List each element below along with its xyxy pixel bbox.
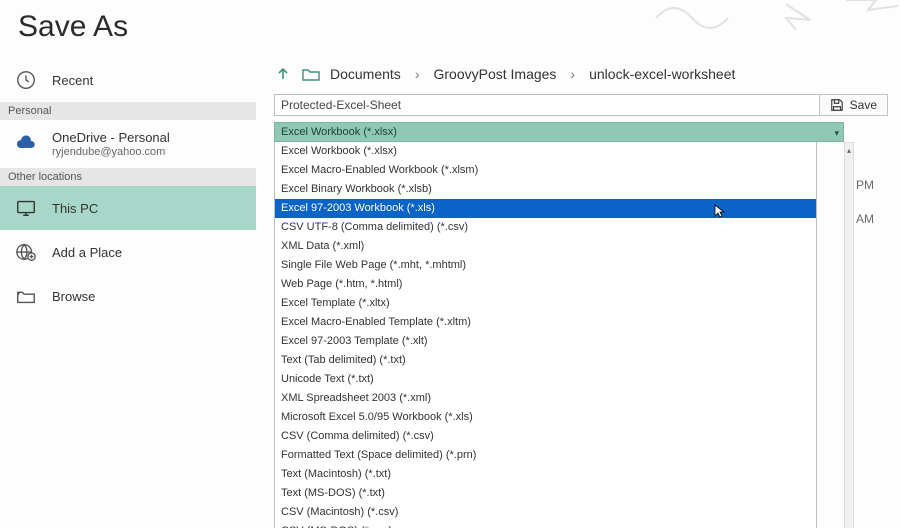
filetype-option[interactable]: XML Data (*.xml) — [275, 237, 816, 256]
filetype-option[interactable]: Excel Macro-Enabled Template (*.xltm) — [275, 313, 816, 332]
sidebar-item-label: OneDrive - Personal — [52, 130, 170, 145]
sidebar-item-onedrive[interactable]: OneDrive - Personal ryjendube@yahoo.com — [0, 120, 256, 168]
breadcrumb-sep: › — [415, 66, 420, 82]
globe-plus-icon — [14, 240, 38, 264]
filetype-option[interactable]: Excel Workbook (*.xlsx) — [275, 142, 816, 161]
sidebar-item-browse[interactable]: Browse — [0, 274, 256, 318]
breadcrumb-seg-3[interactable]: unlock-excel-worksheet — [589, 66, 735, 82]
sidebar-section-personal: Personal — [0, 102, 256, 120]
filetype-option[interactable]: Excel Template (*.xltx) — [275, 294, 816, 313]
page-title: Save As — [18, 10, 882, 44]
sidebar-item-recent[interactable]: Recent — [0, 58, 256, 102]
page-header: Save As — [0, 0, 900, 58]
folder-icon — [302, 65, 320, 83]
save-button-label: Save — [850, 98, 877, 112]
filetype-option[interactable]: Text (MS-DOS) (*.txt) — [275, 484, 816, 503]
sidebar-item-thispc[interactable]: This PC — [0, 186, 256, 230]
filetype-option[interactable]: CSV (Comma delimited) (*.csv) — [275, 427, 816, 446]
filetype-option[interactable]: Web Page (*.htm, *.html) — [275, 275, 816, 294]
filetype-option[interactable]: Single File Web Page (*.mht, *.mhtml) — [275, 256, 816, 275]
filetype-option[interactable]: Unicode Text (*.txt) — [275, 370, 816, 389]
filetype-option[interactable]: Formatted Text (Space delimited) (*.prn) — [275, 446, 816, 465]
sidebar-section-other: Other locations — [0, 168, 256, 186]
main-panel: PM AM Documents › GroovyPost Images › un… — [256, 58, 900, 528]
folder-open-icon — [14, 284, 38, 308]
sidebar-item-label: Add a Place — [52, 245, 122, 260]
filetype-option[interactable]: CSV (Macintosh) (*.csv) — [275, 503, 816, 522]
breadcrumb-sep: › — [570, 66, 575, 82]
cloud-icon — [14, 132, 38, 156]
filetype-selected: Excel Workbook (*.xlsx) — [281, 126, 397, 138]
up-arrow-icon[interactable] — [274, 65, 292, 83]
bg-time-1: PM — [856, 178, 874, 192]
filetype-option[interactable]: Excel Binary Workbook (*.xlsb) — [275, 180, 816, 199]
sidebar-item-label: Browse — [52, 289, 95, 304]
breadcrumb-seg-2[interactable]: GroovyPost Images — [433, 66, 556, 82]
filetype-dropdown-list[interactable]: Excel Workbook (*.xlsx)Excel Macro-Enabl… — [274, 142, 817, 528]
scroll-up-icon[interactable]: ▴ — [845, 143, 853, 157]
clock-icon — [14, 68, 38, 92]
filetype-option[interactable]: Microsoft Excel 5.0/95 Workbook (*.xls) — [275, 408, 816, 427]
cursor-icon — [714, 204, 726, 221]
filename-input[interactable] — [274, 94, 888, 116]
save-icon — [830, 98, 844, 112]
filetype-option[interactable]: Excel 97-2003 Workbook (*.xls) — [275, 199, 816, 218]
sidebar-item-label: This PC — [52, 201, 98, 216]
filetype-option[interactable]: Excel 97-2003 Template (*.xlt) — [275, 332, 816, 351]
sidebar-item-label: Recent — [52, 73, 93, 88]
filetype-option[interactable]: Text (Macintosh) (*.txt) — [275, 465, 816, 484]
filetype-option[interactable]: CSV UTF-8 (Comma delimited) (*.csv) — [275, 218, 816, 237]
scrollbar[interactable]: ▴ ▾ — [844, 142, 854, 528]
sidebar-item-addplace[interactable]: Add a Place — [0, 230, 256, 274]
breadcrumb-seg-1[interactable]: Documents — [330, 66, 401, 82]
monitor-icon — [14, 196, 38, 220]
chevron-down-icon: ▾ — [834, 128, 839, 139]
filetype-option[interactable]: Excel Macro-Enabled Workbook (*.xlsm) — [275, 161, 816, 180]
filetype-option[interactable]: Text (Tab delimited) (*.txt) — [275, 351, 816, 370]
filetype-option[interactable]: CSV (MS-DOS) (*.csv) — [275, 522, 816, 528]
save-button[interactable]: Save — [819, 94, 888, 116]
sidebar-item-sublabel: ryjendube@yahoo.com — [52, 146, 170, 158]
filetype-option[interactable]: XML Spreadsheet 2003 (*.xml) — [275, 389, 816, 408]
filetype-dropdown[interactable]: Excel Workbook (*.xlsx) ▾ — [274, 122, 844, 142]
breadcrumb: Documents › GroovyPost Images › unlock-e… — [274, 58, 888, 88]
sidebar: Recent Personal OneDrive - Personal ryje… — [0, 58, 256, 528]
bg-time-2: AM — [856, 212, 874, 226]
